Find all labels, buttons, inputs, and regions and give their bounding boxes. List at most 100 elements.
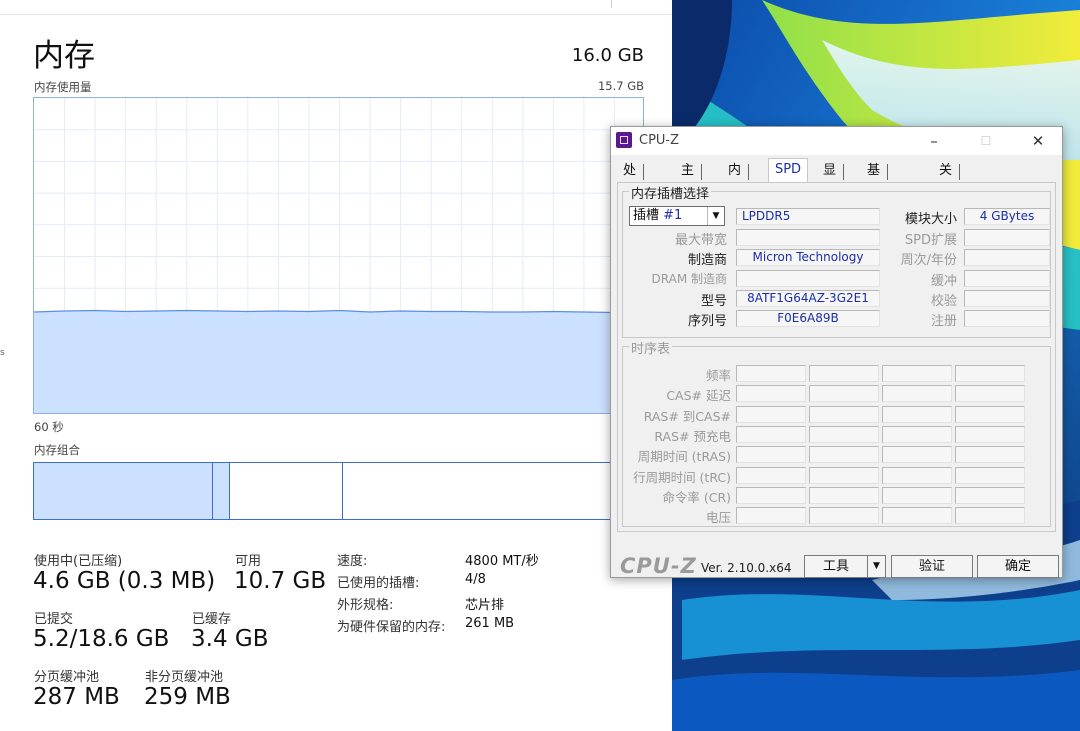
dram-manufacturer-field [736,270,880,287]
usage-graph-svg [34,98,643,413]
timing-cell [736,385,806,403]
composition-in-use [34,463,214,519]
max-bandwidth-label: 最大带宽 [674,233,727,248]
timing-cell [736,507,806,525]
composition-modified [213,463,230,519]
timing-cell [809,405,879,423]
timing-cell [736,365,806,382]
timing-row-label: 行周期时间 (tRC) [633,469,731,485]
cpuz-titlebar[interactable]: CPU-Z – ☐ ✕ [611,127,1062,155]
composition-standby [229,463,344,519]
timings-group-title: 时序表 [629,338,673,357]
slots-used-label: 已使用的插槽: [337,576,420,591]
timing-row-label: 周期时间 (tRAS) [637,449,731,465]
edge-fragment: s [0,348,5,358]
timing-cell [736,425,806,443]
speed-value: 4800 MT/秒 [465,554,539,569]
timing-row-label: 命令率 (CR) [662,489,731,505]
timing-cell [955,466,1025,484]
available-value: 10.7 GB [234,568,327,594]
correction-field [964,290,1050,307]
timing-cell [809,507,879,525]
usage-graph-max: 15.7 GB [597,79,644,93]
timing-cell [809,446,879,464]
timing-cell [882,405,952,423]
validate-button[interactable]: 验证 [891,555,973,578]
timing-cell [809,365,879,382]
maximize-button[interactable]: ☐ [971,130,1001,152]
tab-graphics[interactable]: 显卡 [817,160,845,200]
timing-row-label: 电压 [705,510,731,526]
timings-group: 时序表 频率 CAS# 延迟 RAS# 到CAS# RAS# 预充电 周期时间 (tRA… [622,338,1051,527]
tools-button[interactable]: 工具 [804,555,868,578]
slot-group-title: 内存插槽选择 [629,183,712,202]
tab-cpu[interactable]: 处理器 [617,160,645,222]
tools-dropdown-button[interactable]: ▼ [867,555,886,578]
timing-cell [882,446,952,464]
timing-cell [955,425,1025,443]
cached-value: 3.4 GB [191,626,269,652]
timing-row-label: RAS# 预充电 [654,428,731,444]
timing-cell [736,466,806,484]
week-year-label: 周次/年份 [900,253,957,268]
graph-time-label: 60 秒 [34,420,64,434]
spd-ext-field [964,229,1050,246]
timing-cell [955,486,1025,504]
manufacturer-label: 制造商 [687,253,727,268]
cpuz-app-icon [616,132,632,148]
in-use-label: 使用中(已压缩) [34,554,123,569]
tab-about[interactable]: 关于 [933,160,961,200]
memory-composition-bar [33,462,644,520]
memory-usage-graph [33,97,644,414]
cpuz-window: CPU-Z – ☐ ✕ 处理器 主板 内存 SPD 显卡 基准跑分 关于 内存插… [610,126,1063,578]
slot-select[interactable]: 插槽 #1 ▼ [629,206,725,226]
timing-cell [809,385,879,403]
slot-select-value: #1 [663,208,683,223]
week-year-field [964,249,1050,266]
timing-cell [955,405,1025,423]
manufacturer-field: Micron Technology [736,249,880,266]
nonpaged-pool-value: 259 MB [144,684,231,710]
slot-select-prefix: 插槽 [633,208,660,223]
timing-cell [955,507,1025,525]
close-button[interactable]: ✕ [1023,130,1053,152]
nonpaged-pool-label: 非分页缓冲池 [145,670,224,685]
tab-bench[interactable]: 基准跑分 [861,160,889,244]
spd-tab-panel: 内存插槽选择 插槽 #1 ▼ LPDDR5 模块大小 4 GBytes 最大带宽… [617,182,1056,532]
timing-row-label: CAS# 延迟 [666,388,731,404]
speed-label: 速度: [337,554,368,569]
usage-graph-label: 内存使用量 [34,80,92,94]
paged-pool-value: 287 MB [33,684,120,710]
in-use-value: 4.6 GB (0.3 MB) [33,568,216,594]
task-manager-memory-panel: 内存 16.0 GB 内存使用量 15.7 GB 60 秒 内存组合 s 使用中… [0,0,672,731]
available-label: 可用 [235,554,262,569]
tab-mainboard[interactable]: 主板 [675,160,703,200]
tab-memory[interactable]: 内存 [722,160,750,200]
form-factor-value: 芯片排 [465,598,505,613]
timing-cell [809,466,879,484]
cpuz-version: Ver. 2.10.0.x64 [701,561,792,575]
module-size-label: 模块大小 [904,212,957,227]
timing-cell [736,486,806,504]
part-number-label: 型号 [700,294,727,309]
timing-row-label: 频率 [705,368,731,383]
minimize-button[interactable]: – [919,130,949,152]
hardware-reserved-label: 为硬件保留的内存: [337,620,446,635]
ok-button[interactable]: 确定 [977,555,1059,578]
serial-field: F0E6A89B [736,310,880,327]
cached-label: 已缓存 [192,612,232,627]
registered-field [964,310,1050,327]
hardware-reserved-value: 261 MB [465,616,515,631]
header-divider [0,14,672,15]
slots-used-value: 4/8 [465,572,486,587]
buffered-field [964,270,1050,287]
timing-cell [955,385,1025,403]
timing-cell [882,486,952,504]
slot-selection-group: 内存插槽选择 插槽 #1 ▼ LPDDR5 模块大小 4 GBytes 最大带宽… [622,183,1051,338]
timing-cell [882,466,952,484]
timing-cell [736,446,806,464]
timing-cell [882,425,952,443]
timing-cell [809,486,879,504]
spd-ext-label: SPD扩展 [904,233,957,248]
tab-spd[interactable]: SPD [768,158,808,183]
